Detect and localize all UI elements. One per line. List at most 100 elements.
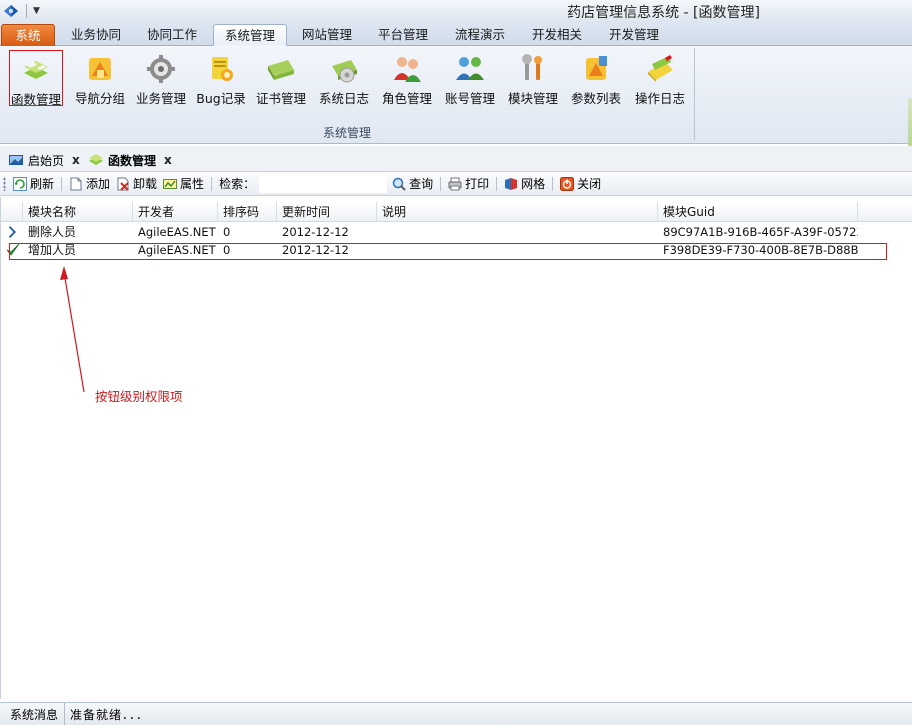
tab-collab-work[interactable]: 协同工作 — [136, 24, 208, 46]
column-header-description[interactable]: 说明 — [377, 202, 658, 222]
toolbar-separator — [211, 176, 213, 191]
doc-tab-function-management[interactable]: 函数管理 x — [88, 150, 172, 170]
module-icon — [522, 54, 542, 80]
ribbon-button-label: 导航分组 — [74, 91, 125, 106]
ribbon-button-certificate-management[interactable]: 证书管理 — [251, 50, 311, 106]
ribbon-tab-row: 系统 业务协同 协同工作 系统管理 网站管理 平台管理 流程演示 开发相关 开发… — [0, 22, 912, 46]
cell-updated: 2012-12-12 — [282, 225, 349, 239]
toolbar-separator — [496, 176, 498, 191]
title-bar: ▼ 药店管理信息系统 - [函数管理] — [0, 0, 912, 22]
toolbar-separator — [552, 176, 554, 191]
toolbar-separator — [440, 176, 442, 191]
properties-button[interactable]: 属性 — [160, 174, 207, 194]
cell-guid: 89C97A1B-916B-465F-A39F-057230... — [663, 225, 858, 239]
ribbon-button-account-management[interactable]: 账号管理 — [440, 50, 500, 106]
ribbon-button-label: 函数管理 — [10, 92, 61, 107]
ribbon-button-system-log[interactable]: 系统日志 — [314, 50, 374, 106]
search-input[interactable] — [259, 174, 388, 193]
close-icon[interactable]: x — [72, 153, 80, 167]
refresh-button[interactable]: 刷新 — [10, 174, 57, 194]
doc-tab-label: 函数管理 — [108, 153, 157, 168]
status-bar: 系统消息 准备就绪．．． — [0, 702, 912, 725]
power-off-icon — [560, 176, 575, 191]
grid-icon — [505, 177, 518, 190]
toolbar: 刷新 添加 卸载 属性 检索： 查询 打印 网格 关闭 — [0, 172, 912, 196]
current-row-arrow-icon — [9, 226, 16, 238]
column-header-name[interactable]: 模块名称 — [23, 202, 133, 222]
params-icon — [586, 56, 607, 80]
doc-tab-start-page[interactable]: 启始页 x — [8, 150, 80, 170]
properties-label: 属性 — [180, 177, 205, 191]
ribbon-button-module-management[interactable]: 模块管理 — [503, 50, 563, 106]
close-icon[interactable]: x — [164, 153, 172, 167]
column-header-updated[interactable]: 更新时间 — [277, 202, 377, 222]
print-button[interactable]: 打印 — [445, 174, 492, 194]
tab-platform-management[interactable]: 平台管理 — [367, 24, 439, 46]
search-icon — [392, 177, 406, 191]
ribbon-button-business-management[interactable]: 业务管理 — [131, 50, 191, 106]
ribbon-button-label: 角色管理 — [381, 91, 432, 106]
gear-icon — [147, 55, 175, 83]
window-title: 药店管理信息系统 - [函数管理] — [567, 5, 760, 21]
bug-icon — [212, 57, 233, 81]
grid-header: 模块名称 开发者 排序码 更新时间 说明 模块Guid — [1, 202, 912, 222]
toolbar-grip[interactable] — [3, 176, 6, 191]
ribbon-button-label: Bug记录 — [196, 91, 246, 106]
app-logo-icon[interactable] — [2, 2, 20, 20]
quick-access-separator — [26, 4, 27, 18]
tab-system[interactable]: 系统 — [1, 24, 55, 46]
column-header-developer[interactable]: 开发者 — [133, 202, 218, 222]
tab-business-collab[interactable]: 业务协同 — [60, 24, 132, 46]
module-grid: 模块名称 开发者 排序码 更新时间 说明 模块Guid 删除人员 AgileEA… — [0, 197, 912, 699]
new-document-icon — [70, 177, 82, 190]
log-icon — [332, 60, 357, 83]
refresh-icon — [13, 176, 27, 191]
refresh-label: 刷新 — [30, 177, 55, 191]
ribbon-button-label: 账号管理 — [444, 91, 495, 106]
ribbon-button-label: 业务管理 — [135, 91, 186, 106]
nav-group-icon — [89, 58, 111, 80]
status-text: 准备就绪．．． — [70, 707, 150, 722]
ribbon-button-label: 系统日志 — [318, 91, 369, 106]
query-button[interactable]: 查询 — [389, 174, 436, 194]
printer-icon — [448, 177, 462, 190]
function-icon — [24, 61, 48, 79]
uninstall-button[interactable]: 卸载 — [113, 174, 160, 194]
cell-description — [377, 223, 658, 241]
ribbon-button-bug-record[interactable]: Bug记录 — [191, 50, 251, 106]
table-row[interactable]: 删除人员 AgileEAS.NET 0 2012-12-12 89C97A1B-… — [1, 223, 912, 241]
delete-icon — [117, 177, 129, 191]
document-tab-strip: 启始页 x 函数管理 x — [0, 146, 912, 172]
ribbon-button-param-list[interactable]: 参数列表 — [566, 50, 626, 106]
grid-header-indicator — [1, 202, 23, 222]
operation-log-icon — [648, 55, 673, 82]
close-label: 关闭 — [577, 177, 602, 191]
grid-button[interactable]: 网格 — [501, 174, 548, 194]
ribbon-button-function-management[interactable]: 函数管理 — [9, 50, 63, 107]
tab-dev-related[interactable]: 开发相关 — [521, 24, 593, 46]
tab-dev-management[interactable]: 开发管理 — [598, 24, 670, 46]
annotation-label: 按钮级别权限项 — [95, 389, 183, 404]
ribbon-button-operation-log[interactable]: 操作日志 — [630, 50, 690, 106]
add-button[interactable]: 添加 — [66, 174, 113, 194]
ribbon-button-nav-group[interactable]: 导航分组 — [70, 50, 130, 106]
role-icon — [394, 57, 421, 82]
cell-developer: AgileEAS.NET — [138, 225, 216, 239]
start-page-icon — [9, 155, 23, 165]
status-system-message[interactable]: 系统消息 — [0, 703, 66, 725]
certificate-icon — [268, 60, 294, 80]
ribbon-group-label: 系统管理 — [322, 126, 371, 140]
properties-icon — [163, 178, 178, 189]
ribbon-button-label: 参数列表 — [570, 91, 621, 106]
column-header-sort[interactable]: 排序码 — [218, 202, 277, 222]
tab-website-management[interactable]: 网站管理 — [291, 24, 363, 46]
quick-access-dropdown-icon[interactable]: ▼ — [33, 6, 40, 16]
column-header-guid[interactable]: 模块Guid — [658, 202, 858, 222]
close-button[interactable]: 关闭 — [557, 174, 604, 194]
tab-flow-demo[interactable]: 流程演示 — [444, 24, 516, 46]
ribbon-group-separator — [694, 48, 695, 140]
ribbon-panel: 函数管理 导航分组 业务管理 Bug记录 证书管理 系统日志 角色管理 账号管理… — [0, 46, 912, 144]
ribbon-button-role-management[interactable]: 角色管理 — [377, 50, 437, 106]
print-label: 打印 — [465, 177, 490, 191]
tab-system-management[interactable]: 系统管理 — [213, 24, 287, 46]
